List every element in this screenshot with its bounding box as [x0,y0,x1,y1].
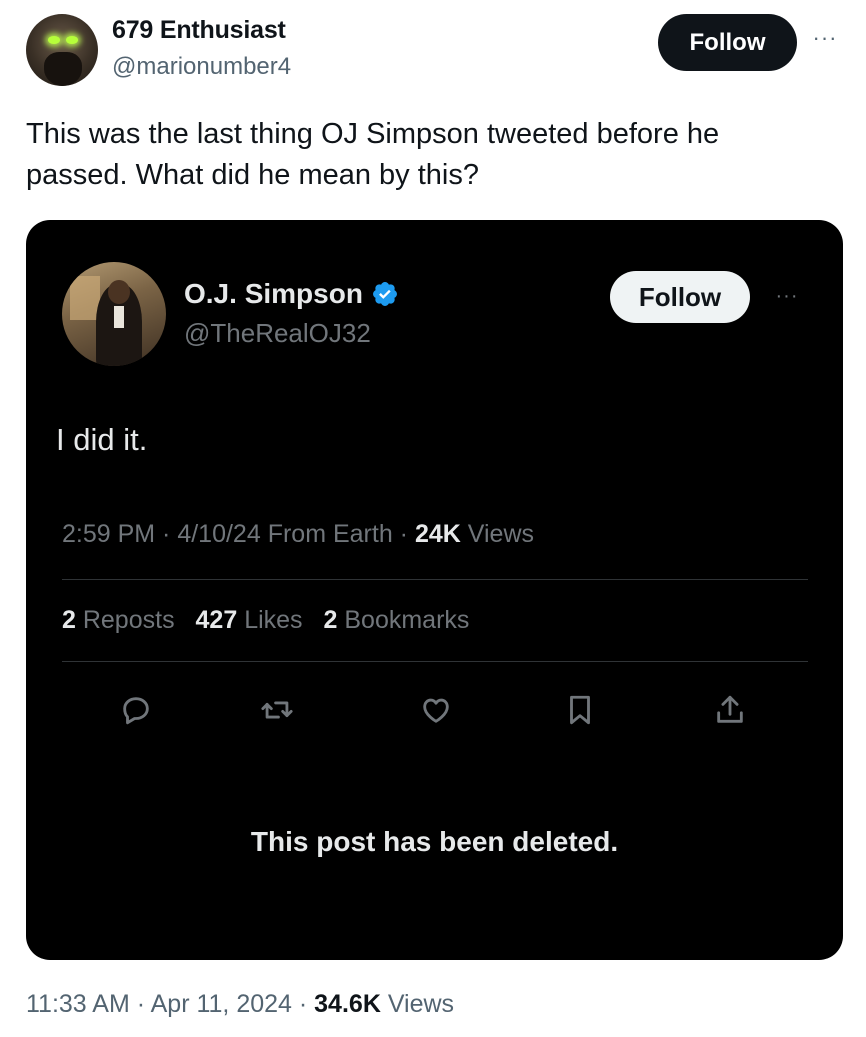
bookmarks-stat: 2 Bookmarks [324,606,470,634]
share-icon [708,688,752,732]
avatar-eye [48,36,60,44]
embedded-views-label: Views [460,520,535,548]
embedded-avatar [62,262,166,366]
embedded-tweet-image[interactable]: O.J. Simpson @TheRealOJ32 Follow ··· I d… [26,220,843,960]
embedded-tweet-text: I did it. [56,422,148,457]
tweet-time[interactable]: 11:33 AM [26,990,130,1018]
embedded-meta: 2:59 PM · 4/10/24 From Earth · 24K Views [62,520,534,549]
tweet-date[interactable]: Apr 11, 2024 [151,990,292,1018]
reposts-stat: 2 Reposts [62,606,175,634]
embedded-actions [26,688,843,732]
likes-count: 427 [195,606,238,634]
divider [62,579,808,580]
author-avatar[interactable] [26,14,98,86]
avatar-beard [44,52,82,86]
separator: · [392,520,415,548]
verified-badge-icon [372,282,397,306]
embedded-more-icon: ··· [775,285,799,307]
avatar-head [108,280,130,304]
embedded-views-count: 24K [414,520,461,548]
bookmarks-label: Bookmarks [337,606,470,634]
follow-button[interactable]: Follow [658,14,797,71]
views-label[interactable]: Views [381,990,454,1018]
tweet-meta: 11:33 AM · Apr 11, 2024 · 34.6K Views [26,990,454,1019]
like-icon [414,688,458,732]
likes-label: Likes [237,606,303,634]
bookmarks-count: 2 [323,606,338,634]
embedded-follow-button: Follow [610,271,750,323]
embedded-source: From Earth [260,520,393,548]
avatar-eye [66,36,78,44]
author-display-name[interactable]: 679 Enthusiast [112,16,286,45]
divider [62,661,808,662]
embedded-stats: 2 Reposts 427 Likes 2 Bookmarks [62,606,483,635]
likes-stat: 427 Likes [196,606,303,634]
deleted-post-notice: This post has been deleted. [250,826,619,857]
reply-icon [114,688,158,732]
embedded-name-row: O.J. Simpson [184,278,399,310]
author-handle[interactable]: @marionumber4 [112,53,291,81]
bookmark-icon [558,688,602,732]
reposts-count: 2 [62,606,76,634]
repost-icon [255,688,299,732]
embedded-handle: @TheRealOJ32 [184,318,371,348]
reposts-label: Reposts [75,606,175,634]
views-count[interactable]: 34.6K [314,990,381,1018]
embedded-date: 4/10/24 [177,520,261,548]
more-options-icon[interactable]: ··· [808,27,842,49]
embedded-display-name: O.J. Simpson [184,278,363,309]
separator: · [291,990,315,1018]
tweet: 679 Enthusiast @marionumber4 Follow ··· … [0,0,866,1037]
embedded-time: 2:59 PM [62,520,156,548]
separator: · [129,990,151,1018]
separator: · [155,520,178,548]
avatar-shirt [114,306,124,328]
tweet-text: This was the last thing OJ Simpson tweet… [26,118,720,191]
